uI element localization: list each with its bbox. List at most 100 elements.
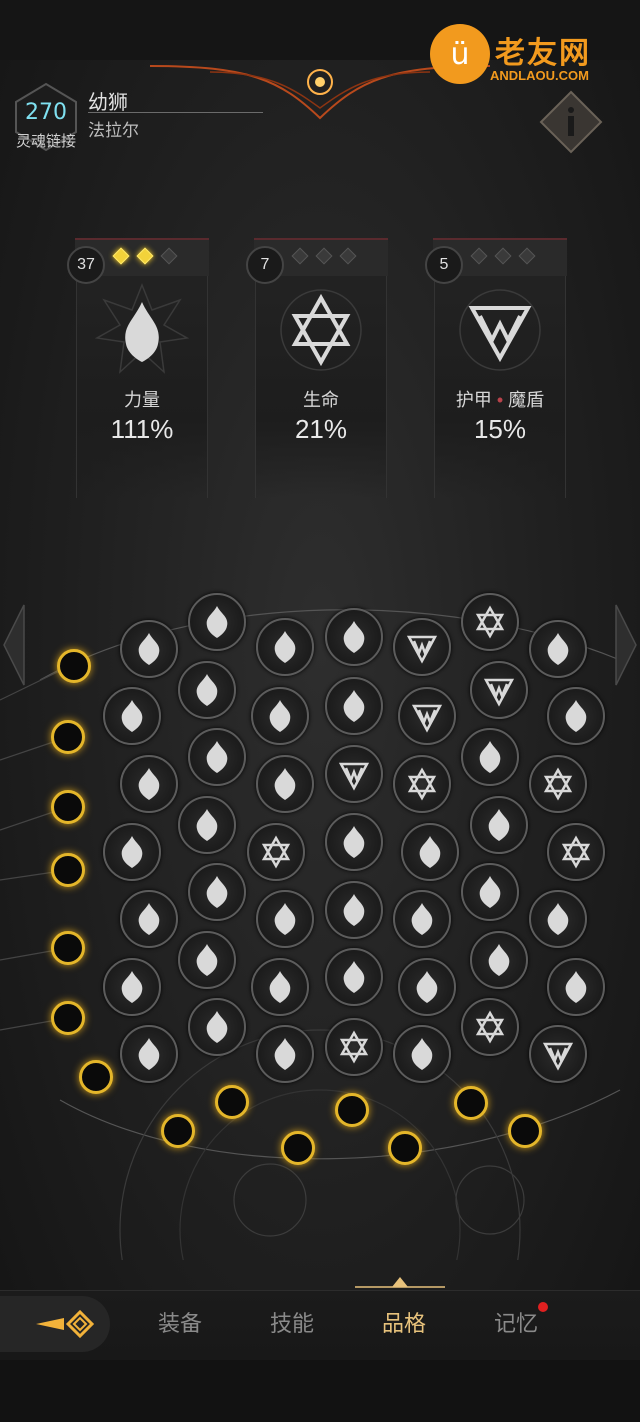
talent-node[interactable] [188,998,246,1056]
watermark-brand: 老友网 [495,37,591,70]
next-page-arrow[interactable] [614,600,640,690]
flame-icon [343,826,365,858]
talent-node[interactable] [461,998,519,1056]
talent-node[interactable] [325,881,383,939]
talent-node[interactable] [393,890,451,948]
empty-socket[interactable] [215,1085,249,1119]
talent-node[interactable] [247,823,305,881]
talent-node[interactable] [398,687,456,745]
life-count: 7 [246,246,284,284]
talent-node[interactable] [256,1025,314,1083]
talent-node[interactable] [393,755,451,813]
talent-node[interactable] [470,661,528,719]
hexagram-icon [543,767,573,801]
talent-node[interactable] [529,1025,587,1083]
empty-socket[interactable] [281,1131,315,1165]
tab-memory[interactable]: 记忆 [471,1306,561,1338]
talent-node[interactable] [461,863,519,921]
tab-traits[interactable]: 品格 [359,1306,449,1338]
flame-icon [196,809,218,841]
empty-socket[interactable] [79,1060,113,1094]
talent-node[interactable] [120,1025,178,1083]
strength-value: 111% [110,414,174,444]
talent-node[interactable] [325,813,383,871]
flame-icon [196,674,218,706]
talent-node[interactable] [393,618,451,676]
talent-node[interactable] [461,728,519,786]
talent-node[interactable] [188,593,246,651]
talent-node[interactable] [529,620,587,678]
flame-icon [416,971,438,1003]
talent-node[interactable] [398,958,456,1016]
character-class: 法拉尔 [88,121,139,140]
active-tab-indicator [355,1277,445,1288]
flame-icon [206,741,228,773]
talent-node[interactable] [461,593,519,651]
stat-card-strength[interactable]: 37 力量 111% [67,238,209,498]
talent-node[interactable] [251,687,309,745]
talent-node[interactable] [325,1018,383,1076]
flame-icon [479,741,501,773]
talent-node[interactable] [470,796,528,854]
life-label: 生命 [303,390,339,410]
talent-node[interactable] [188,728,246,786]
empty-socket[interactable] [508,1114,542,1148]
flame-icon [138,768,160,800]
talent-node[interactable] [256,890,314,948]
talent-node[interactable] [120,620,178,678]
tab-equipment[interactable]: 装备 [135,1306,225,1338]
flame-icon [488,944,510,976]
empty-socket[interactable] [335,1093,369,1127]
flame-icon [411,1038,433,1070]
talent-node[interactable] [470,931,528,989]
empty-socket[interactable] [51,1001,85,1035]
talent-node[interactable] [325,608,383,666]
empty-socket[interactable] [454,1086,488,1120]
talent-node[interactable] [325,745,383,803]
flame-icon [343,961,365,993]
empty-socket[interactable] [388,1131,422,1165]
talent-node[interactable] [547,823,605,881]
empty-socket[interactable] [57,649,91,683]
empty-socket[interactable] [51,853,85,887]
strength-count: 37 [67,246,105,284]
armor-count: 5 [425,246,463,284]
talent-node[interactable] [401,823,459,881]
talent-node[interactable] [103,823,161,881]
talent-node[interactable] [103,958,161,1016]
name-divider [88,112,263,113]
talent-node[interactable] [547,687,605,745]
stat-card-life[interactable]: 7 生命 21% [246,238,388,498]
talent-node[interactable] [325,948,383,1006]
talent-node[interactable] [178,931,236,989]
empty-socket[interactable] [51,790,85,824]
empty-socket[interactable] [161,1114,195,1148]
stat-card-armor[interactable]: 5 护甲 • 魔盾 15% [425,238,567,498]
tab-skills[interactable]: 技能 [247,1306,337,1338]
prev-page-arrow[interactable] [0,600,26,690]
talent-node[interactable] [256,755,314,813]
life-value: 21% [294,414,348,444]
talent-node[interactable] [178,661,236,719]
talent-node[interactable] [529,755,587,813]
talent-node[interactable] [103,687,161,745]
hexagram-icon [407,767,437,801]
talent-node[interactable] [251,958,309,1016]
talent-node[interactable] [547,958,605,1016]
talent-node[interactable] [393,1025,451,1083]
flame-icon [343,621,365,653]
empty-socket[interactable] [51,720,85,754]
talent-node[interactable] [120,890,178,948]
info-button[interactable] [539,90,603,154]
talent-node[interactable] [529,890,587,948]
armor-value: 15% [473,414,527,444]
talent-node[interactable] [120,755,178,813]
back-button[interactable] [0,1296,110,1352]
hexagram-icon [280,289,362,371]
talent-node[interactable] [178,796,236,854]
empty-socket[interactable] [51,931,85,965]
talent-node[interactable] [325,677,383,735]
talent-node[interactable] [188,863,246,921]
hexagram-icon [475,605,505,639]
talent-node[interactable] [256,618,314,676]
